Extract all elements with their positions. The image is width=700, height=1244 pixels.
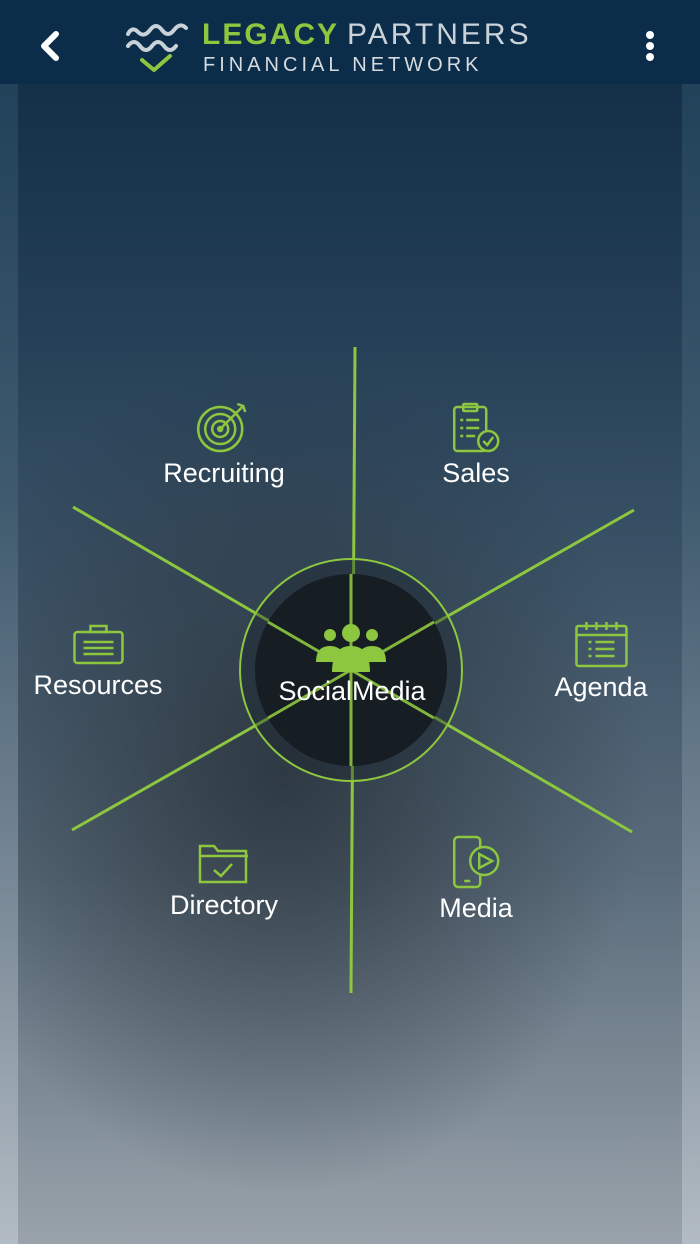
wheel-item-label: Agenda xyxy=(554,672,648,702)
center-label: SocialMedia xyxy=(278,676,426,706)
folder-check-icon xyxy=(198,844,248,884)
wheel-item-label: Recruiting xyxy=(163,458,285,488)
wheel-item-media[interactable]: Media xyxy=(439,835,513,924)
clipboard-check-icon xyxy=(452,402,500,453)
wheel-item-agenda[interactable]: Agenda xyxy=(554,620,648,703)
wheel-item-label: Media xyxy=(439,893,513,923)
wheel-item-resources[interactable]: Resources xyxy=(33,624,163,701)
wheel-item-label: Directory xyxy=(169,890,279,920)
wheel-item-sales[interactable]: Sales xyxy=(442,402,510,489)
target-icon xyxy=(196,402,247,453)
calendar-icon xyxy=(574,622,628,668)
wheel-item-recruiting[interactable]: Recruiting xyxy=(163,400,285,489)
wheel-item-label: Sales xyxy=(442,458,510,488)
phone-play-icon xyxy=(452,835,500,889)
wheel-item-label: Resources xyxy=(33,670,163,700)
wheel-item-directory[interactable]: Directory xyxy=(170,842,278,921)
briefcase-icon xyxy=(72,624,124,665)
group-icon xyxy=(316,624,386,672)
